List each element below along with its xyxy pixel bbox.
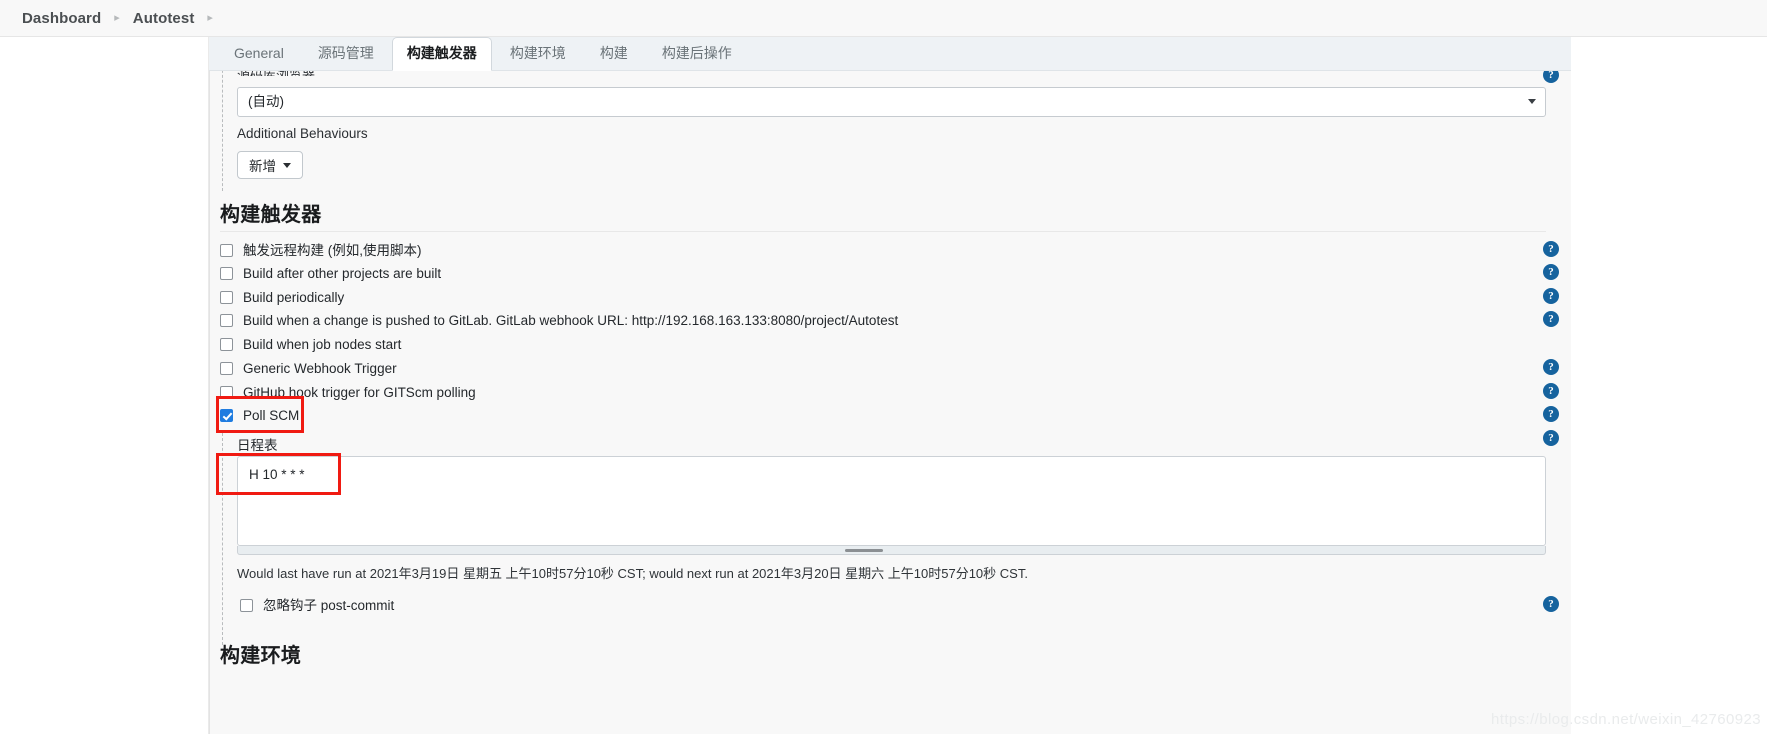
build-environment-heading: 构建环境 xyxy=(220,645,302,667)
checkbox-ignore-post-commit[interactable] xyxy=(240,598,253,612)
trigger-label-after-other-projects: Build after other projects are built xyxy=(243,265,442,281)
schedule-cron-textarea[interactable]: H 10 * * * xyxy=(237,456,1546,546)
breadcrumb-separator-icon: ▸ xyxy=(114,11,120,24)
help-icon-poll-scm[interactable]: ? xyxy=(1543,406,1559,422)
tab-build-triggers[interactable]: 构建触发器 xyxy=(391,37,492,71)
schedule-description: Would last have run at 2021年3月19日 星期五 上午… xyxy=(237,566,1028,581)
trigger-label-remote-build: 触发远程构建 (例如,使用脚本) xyxy=(243,242,422,258)
build-triggers-divider xyxy=(220,231,1546,232)
trigger-row-remote-build[interactable]: 触发远程构建 (例如,使用脚本) xyxy=(220,241,422,259)
help-icon-remote-build[interactable]: ? xyxy=(1543,241,1559,257)
breadcrumb: Dashboard ▸ Autotest ▸ xyxy=(0,0,1767,37)
trigger-label-github-hook: GitHub hook trigger for GITScm polling xyxy=(243,384,476,400)
watermark: https://blog.csdn.net/weixin_42760923 xyxy=(1491,711,1761,728)
trigger-row-after-other-projects[interactable]: Build after other projects are built xyxy=(220,264,441,282)
checkbox-after-other-projects[interactable] xyxy=(220,266,233,280)
schedule-label: 日程表 xyxy=(237,438,278,453)
help-icon-schedule[interactable]: ? xyxy=(1543,430,1559,446)
tab-post-build-actions[interactable]: 构建后操作 xyxy=(646,38,748,70)
schedule-cron-value: H 10 * * * xyxy=(249,467,305,482)
checkbox-github-hook[interactable] xyxy=(220,385,233,399)
textarea-resize-handle[interactable] xyxy=(845,549,883,552)
trigger-label-job-nodes-start: Build when job nodes start xyxy=(243,336,402,352)
caret-down-icon xyxy=(283,162,291,168)
checkbox-job-nodes-start[interactable] xyxy=(220,337,233,351)
trigger-label-poll-scm: Poll SCM xyxy=(243,407,300,423)
trigger-row-generic-webhook[interactable]: Generic Webhook Trigger xyxy=(220,359,397,377)
tab-general[interactable]: General xyxy=(218,38,300,70)
checkbox-gitlab-push[interactable] xyxy=(220,313,233,327)
checkbox-remote-build[interactable] xyxy=(220,243,233,257)
help-icon-scm-browser[interactable]: ? xyxy=(1543,71,1559,83)
config-tab-bar: General 源码管理 构建触发器 构建环境 构建 构建后操作 xyxy=(209,37,1571,71)
additional-behaviours-label: Additional Behaviours xyxy=(237,126,368,141)
breadcrumb-separator-icon-2: ▸ xyxy=(207,11,213,24)
build-triggers-heading: 构建触发器 xyxy=(220,204,322,226)
checkbox-poll-scm[interactable] xyxy=(220,408,233,422)
help-icon-generic-webhook[interactable]: ? xyxy=(1543,359,1559,375)
trigger-label-ignore-post-commit: 忽略钩子 post-commit xyxy=(263,597,395,613)
scm-browser-select[interactable]: (自动) xyxy=(237,87,1546,117)
tab-build[interactable]: 构建 xyxy=(584,38,644,70)
textarea-resize-bar[interactable] xyxy=(237,546,1546,555)
help-icon-after-other-projects[interactable]: ? xyxy=(1543,264,1559,280)
page-body: General 源码管理 构建触发器 构建环境 构建 构建后操作 源码库浏览器 … xyxy=(0,37,1767,734)
checkbox-build-periodically[interactable] xyxy=(220,290,233,304)
scm-section-guideline xyxy=(222,71,223,191)
breadcrumb-item-autotest[interactable]: Autotest xyxy=(133,10,195,27)
schedule-guideline xyxy=(222,433,223,645)
trigger-row-job-nodes-start[interactable]: Build when job nodes start xyxy=(220,335,401,353)
scm-browser-select-row: (自动) xyxy=(237,87,1546,117)
left-gutter xyxy=(0,37,209,734)
help-icon-build-periodically[interactable]: ? xyxy=(1543,288,1559,304)
add-behaviour-button[interactable]: 新增 xyxy=(237,151,303,179)
help-icon-ignore-post-commit[interactable]: ? xyxy=(1543,596,1559,612)
add-behaviour-label: 新增 xyxy=(249,159,276,174)
scm-browser-label: 源码库浏览器 xyxy=(237,71,315,76)
help-icon-github-hook[interactable]: ? xyxy=(1543,383,1559,399)
checkbox-generic-webhook[interactable] xyxy=(220,361,233,375)
trigger-row-build-periodically[interactable]: Build periodically xyxy=(220,288,344,306)
trigger-row-poll-scm[interactable]: Poll SCM xyxy=(220,406,299,424)
scm-browser-select-value: (自动) xyxy=(248,94,284,109)
trigger-row-github-hook[interactable]: GitHub hook trigger for GITScm polling xyxy=(220,383,476,401)
breadcrumb-item-dashboard[interactable]: Dashboard xyxy=(22,10,101,27)
trigger-label-generic-webhook: Generic Webhook Trigger xyxy=(243,360,397,376)
tab-build-environment[interactable]: 构建环境 xyxy=(494,38,582,70)
config-form-panel: 源码库浏览器 (自动) Additional Behaviours 新增 构建触… xyxy=(209,71,1571,734)
trigger-row-ignore-post-commit[interactable]: 忽略钩子 post-commit xyxy=(240,596,394,614)
trigger-label-build-periodically: Build periodically xyxy=(243,289,345,305)
tab-source-code-management[interactable]: 源码管理 xyxy=(302,38,390,70)
trigger-row-gitlab-push[interactable]: Build when a change is pushed to GitLab.… xyxy=(220,311,898,329)
trigger-label-gitlab-push: Build when a change is pushed to GitLab.… xyxy=(243,312,899,328)
help-icon-gitlab-push[interactable]: ? xyxy=(1543,311,1559,327)
chevron-down-icon xyxy=(1528,99,1536,104)
